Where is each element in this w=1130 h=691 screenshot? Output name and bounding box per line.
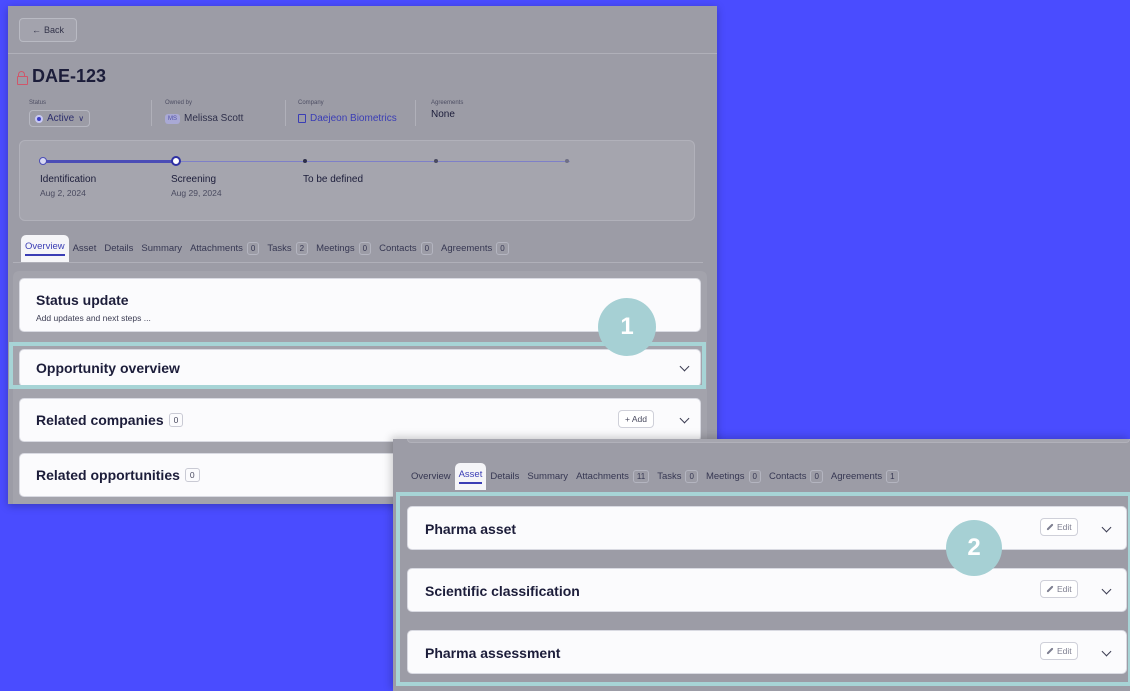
tab-summary[interactable]: Summary: [137, 237, 186, 260]
avatar: MS: [165, 113, 180, 124]
tab-attachments[interactable]: Attachments 11: [572, 464, 653, 489]
stage-date: Aug 2, 2024: [40, 188, 86, 198]
tab-tasks[interactable]: Tasks 2: [263, 236, 312, 261]
stage-label: Identification: [40, 174, 97, 185]
stage-timeline: Identification Aug 2, 2024 Screening Aug…: [19, 140, 695, 221]
tab-bar: Overview Asset Details Summary Attachmen…: [407, 463, 903, 490]
tab-attachments[interactable]: Attachments 0: [186, 236, 263, 261]
owner-label: Owned by: [165, 100, 193, 106]
company-link[interactable]: Daejeon Biometrics: [310, 113, 397, 124]
tabs-divider: [13, 262, 703, 263]
header-divider: [8, 53, 717, 54]
meta-divider: [285, 100, 286, 126]
page-title: DAE-123: [32, 66, 107, 86]
tab-asset[interactable]: Asset: [454, 463, 487, 490]
status-value: Active: [47, 113, 75, 124]
status-label: Status: [29, 100, 47, 106]
tab-agreements[interactable]: Agreements 1: [827, 464, 903, 489]
count-badge: 0: [810, 470, 823, 483]
count-badge: 0: [184, 468, 200, 482]
owner-value[interactable]: Melissa Scott: [184, 113, 243, 124]
timeline-track: [175, 161, 570, 162]
meta-divider: [151, 100, 152, 126]
chevron-down-icon: ∨: [78, 114, 85, 123]
stage-dot-completed[interactable]: [39, 157, 47, 165]
tab-details[interactable]: Details: [486, 465, 523, 488]
tab-contacts[interactable]: Contacts 0: [765, 464, 827, 489]
building-icon: [298, 114, 306, 123]
tab-overview[interactable]: Overview: [21, 235, 69, 262]
callout-badge-1: 1: [598, 298, 656, 356]
tab-meetings[interactable]: Meetings 0: [702, 464, 765, 489]
title-row: DAE-123: [17, 66, 106, 87]
stage-label: Screening: [171, 174, 217, 185]
highlight-box-1: [9, 342, 706, 389]
count-badge: 2: [295, 242, 309, 255]
timeline-progress: [42, 160, 175, 163]
tab-agreements[interactable]: Agreements 0: [437, 236, 513, 261]
tab-tasks[interactable]: Tasks 0: [653, 464, 702, 489]
count-badge: 0: [420, 242, 434, 255]
highlight-box-2: [396, 492, 1130, 686]
tab-bar: Overview Asset Details Summary Attachmen…: [21, 235, 513, 262]
count-badge: 0: [496, 242, 509, 255]
tab-contacts[interactable]: Contacts 0: [375, 236, 437, 261]
card-subtitle: Add updates and next steps ...: [36, 313, 151, 323]
panel-edge: [407, 439, 1130, 443]
stage-dot-current[interactable]: [171, 156, 181, 166]
stage-dot[interactable]: [565, 159, 569, 163]
agreements-value: None: [431, 109, 455, 120]
back-button[interactable]: ← Back: [19, 18, 77, 42]
callout-badge-2: 2: [946, 520, 1002, 576]
count-badge: 0: [358, 242, 372, 255]
owner-field: Owned by MS Melissa Scott: [165, 100, 243, 124]
active-status-icon: [35, 114, 43, 123]
opportunity-detail-panel: ← Back DAE-123 Status Active ∨ Owned by …: [8, 6, 717, 504]
agreements-label: Agreements: [431, 100, 464, 106]
count-badge: 0: [685, 470, 698, 483]
count-badge: 0: [168, 413, 184, 427]
card-title: Status update: [36, 292, 129, 308]
company-label: Company: [298, 100, 324, 106]
stage-dot[interactable]: [434, 159, 438, 163]
tab-summary[interactable]: Summary: [523, 465, 572, 488]
tab-asset[interactable]: Asset: [69, 237, 101, 260]
lock-icon: [17, 70, 28, 85]
related-opportunities-label: Related opportunities: [36, 467, 180, 483]
back-label: Back: [43, 25, 64, 35]
asset-tab-panel: Overview Asset Details Summary Attachmen…: [393, 439, 1130, 691]
agreements-field: Agreements None: [431, 100, 463, 120]
related-companies-label: Related companies: [36, 412, 164, 428]
stage-label: To be defined: [303, 174, 364, 185]
count-badge: 0: [246, 242, 260, 255]
related-companies-card[interactable]: Related companies 0 + Add: [19, 398, 701, 442]
card-title: Related opportunities 0: [36, 467, 200, 483]
company-field: Company Daejeon Biometrics: [298, 100, 397, 124]
tab-overview[interactable]: Overview: [407, 465, 455, 488]
card-title: Related companies 0: [36, 412, 184, 428]
count-badge: 11: [632, 470, 650, 483]
meta-divider: [415, 100, 416, 126]
tab-details[interactable]: Details: [100, 237, 137, 260]
stage-date: Aug 29, 2024: [171, 188, 222, 198]
count-badge: 0: [748, 470, 761, 483]
stage-dot[interactable]: [303, 159, 307, 163]
status-field: Status Active ∨: [29, 100, 91, 127]
chevron-down-icon[interactable]: [679, 413, 690, 424]
status-dropdown[interactable]: Active ∨: [29, 110, 91, 127]
count-badge: 1: [886, 470, 899, 483]
arrow-left-icon: ←: [31, 25, 41, 35]
tab-meetings[interactable]: Meetings 0: [312, 236, 375, 261]
add-button[interactable]: + Add: [618, 410, 654, 428]
